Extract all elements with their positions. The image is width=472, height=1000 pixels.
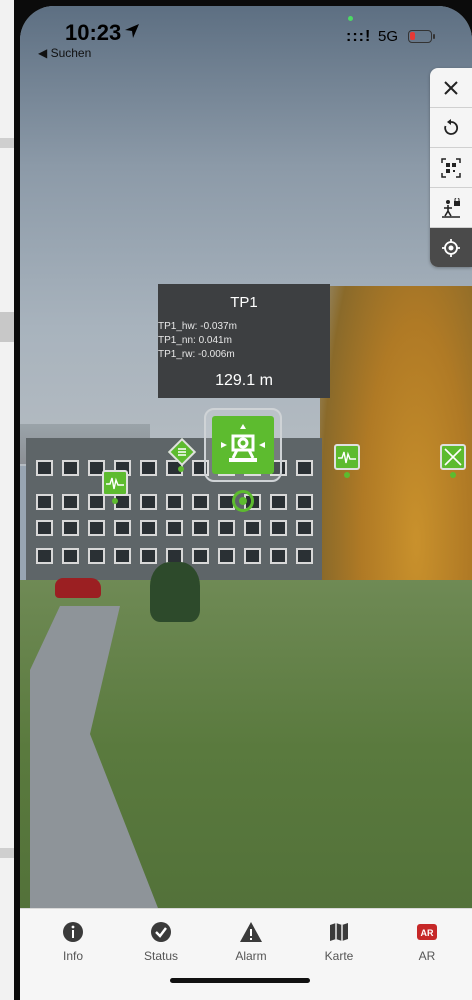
panel-title: TP1	[230, 294, 258, 311]
bottom-tab-bar: Info Status Alarm Karte AR AR	[20, 908, 472, 1000]
status-bar: 10:23 ◀ Suchen :::! 5G	[20, 6, 472, 66]
ar-icon: AR	[417, 924, 437, 940]
user-position-button[interactable]	[430, 188, 472, 228]
map-icon	[330, 923, 348, 941]
value-hw: TP1_hw: -0.037m	[158, 321, 237, 332]
back-to-search-link[interactable]: ◀ Suchen	[38, 46, 91, 60]
info-icon	[63, 922, 83, 942]
signal-strength: :::!	[346, 28, 372, 45]
measurement-point-panel[interactable]: TP1 TP1_hw: -0.037m TP1_nn: 0.041m TP1_r…	[158, 284, 330, 398]
marker-dot	[344, 472, 350, 478]
window-row	[36, 520, 316, 536]
tab-status[interactable]: Status	[126, 919, 196, 963]
tab-alarm-label: Alarm	[235, 949, 267, 963]
rotate-icon	[444, 118, 459, 135]
sensor-marker-edge[interactable]	[440, 444, 466, 470]
tab-info-label: Info	[62, 949, 83, 963]
tab-ar[interactable]: AR AR	[392, 919, 462, 963]
close-icon	[444, 80, 458, 95]
alarm-icon	[240, 922, 262, 942]
network-type: 5G	[378, 28, 399, 45]
total-station-icon	[212, 416, 274, 474]
location-arrow-icon	[125, 24, 139, 38]
sensor-marker-left[interactable]	[102, 470, 128, 496]
tab-info[interactable]: Info	[38, 919, 108, 963]
tab-ar-label: AR	[418, 949, 436, 963]
panel-distance: 129.1 m	[215, 372, 273, 389]
panel-values: TP1_hw: -0.037m TP1_nn: 0.041m TP1_rw: -…	[158, 320, 237, 362]
red-car	[55, 578, 101, 598]
clock: 10:23	[65, 20, 122, 45]
tab-karte-label: Karte	[324, 949, 354, 963]
battery-icon	[408, 30, 435, 43]
window-row	[36, 494, 316, 510]
svg-text:AR: AR	[421, 928, 434, 938]
value-rw: TP1_rw: -0.006m	[158, 349, 235, 360]
ar-toolbar	[430, 68, 472, 267]
scan-qr-button[interactable]	[430, 148, 472, 188]
tab-alarm[interactable]: Alarm	[216, 919, 286, 963]
tp1-marker[interactable]	[204, 408, 282, 482]
value-nn: TP1_nn: 0.041m	[158, 335, 232, 346]
locate-icon	[442, 238, 460, 257]
waveform-icon	[106, 477, 124, 490]
locate-button[interactable]	[430, 228, 472, 267]
person-lock-icon	[442, 197, 460, 218]
qr-code-icon	[441, 157, 461, 178]
tp1-anchor-icon	[232, 490, 254, 512]
tab-karte[interactable]: Karte	[304, 919, 374, 963]
home-indicator[interactable]	[170, 978, 310, 983]
list-icon	[178, 448, 186, 456]
check-icon	[151, 922, 171, 942]
close-button[interactable]	[430, 68, 472, 108]
phone-frame: 10:23 ◀ Suchen :::! 5G TP1 TP1_hw: -0.03…	[14, 0, 472, 1000]
marker-dot	[178, 466, 184, 472]
marker-dot	[450, 472, 456, 478]
sensor-marker-right[interactable]	[334, 444, 360, 470]
reset-button[interactable]	[430, 108, 472, 148]
waveform-icon	[338, 451, 356, 464]
tab-status-label: Status	[143, 949, 179, 963]
bush	[150, 562, 200, 622]
ar-camera-view[interactable]: 10:23 ◀ Suchen :::! 5G TP1 TP1_hw: -0.03…	[20, 6, 472, 1000]
inclinometer-icon	[444, 448, 462, 466]
mic-indicator	[348, 16, 353, 21]
marker-dot	[112, 498, 118, 504]
